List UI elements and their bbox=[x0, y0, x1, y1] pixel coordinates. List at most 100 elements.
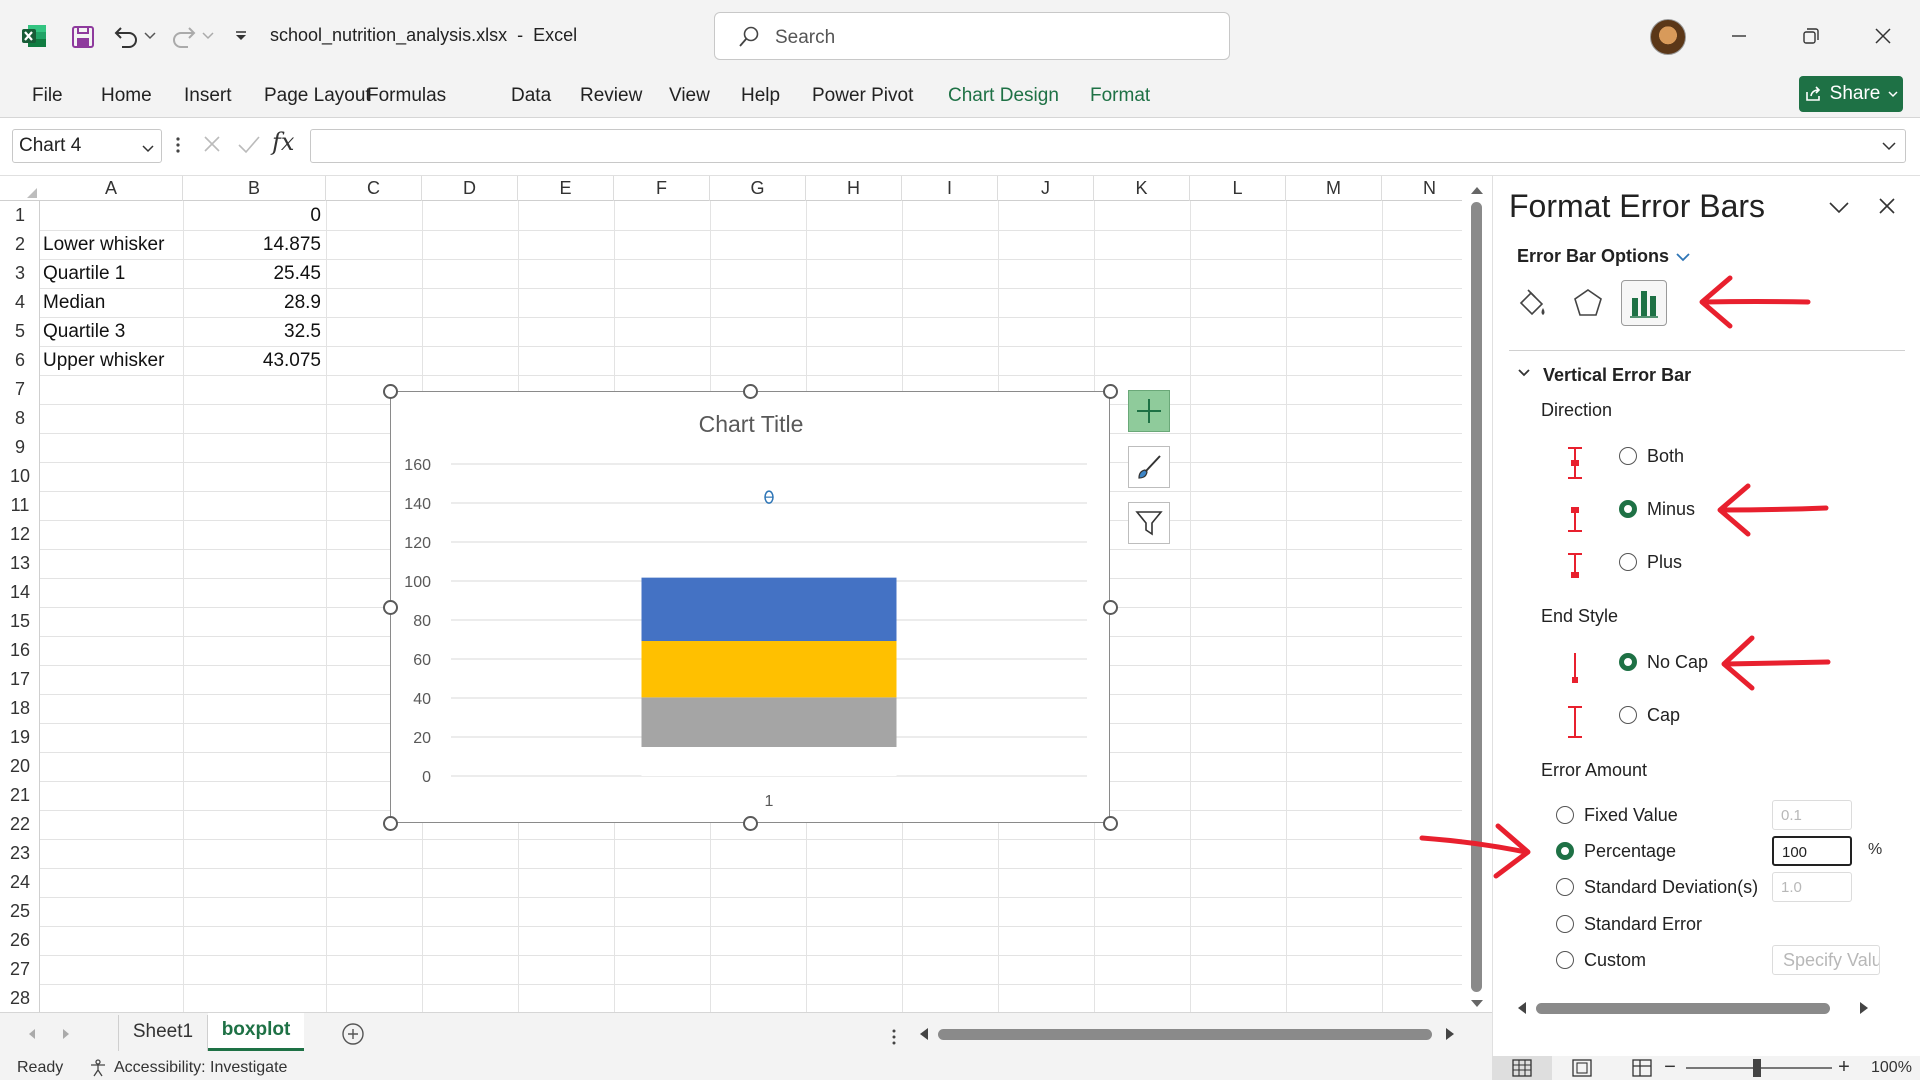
fixed-value-input[interactable]: 0.1 bbox=[1772, 800, 1852, 830]
accessibility-status[interactable]: Accessibility: Investigate bbox=[114, 1059, 287, 1077]
bar-segment[interactable] bbox=[641, 641, 897, 698]
chart-elements-button[interactable] bbox=[1128, 390, 1170, 432]
direction-minus-label[interactable]: Minus bbox=[1647, 499, 1695, 520]
error-bar-options-tab[interactable] bbox=[1621, 280, 1667, 326]
tab-home[interactable]: Home bbox=[101, 85, 152, 107]
percentage-label[interactable]: Percentage bbox=[1584, 841, 1676, 862]
sheet-tab-sheet1[interactable]: Sheet1 bbox=[118, 1015, 208, 1051]
more-options-icon[interactable] bbox=[173, 131, 183, 159]
scroll-down-icon[interactable] bbox=[1470, 996, 1484, 1007]
zoom-level[interactable]: 100% bbox=[1871, 1059, 1912, 1077]
resize-handle[interactable] bbox=[383, 816, 398, 831]
direction-minus-radio[interactable] bbox=[1619, 500, 1637, 518]
standard-error-radio[interactable] bbox=[1556, 915, 1574, 933]
standard-deviation-label[interactable]: Standard Deviation(s) bbox=[1584, 877, 1758, 898]
cell-b6[interactable]: 43.075 bbox=[183, 346, 321, 375]
column-header[interactable]: A bbox=[40, 176, 183, 201]
zoom-slider-thumb[interactable] bbox=[1753, 1059, 1761, 1077]
row-header[interactable]: 26 bbox=[0, 926, 40, 955]
cell-a5[interactable]: Quartile 3 bbox=[43, 317, 181, 346]
scroll-left-icon[interactable] bbox=[1516, 1001, 1528, 1015]
row-header[interactable]: 19 bbox=[0, 723, 40, 752]
resize-handle[interactable] bbox=[383, 384, 398, 399]
tab-view[interactable]: View bbox=[669, 85, 710, 107]
row-header[interactable]: 16 bbox=[0, 636, 40, 665]
row-header[interactable]: 21 bbox=[0, 781, 40, 810]
resize-handle[interactable] bbox=[1103, 600, 1118, 615]
tab-format[interactable]: Format bbox=[1090, 85, 1150, 107]
column-header[interactable]: E bbox=[518, 176, 614, 201]
row-header[interactable]: 18 bbox=[0, 694, 40, 723]
bar-segment[interactable] bbox=[641, 697, 897, 747]
column-header[interactable]: I bbox=[902, 176, 998, 201]
end-style-no-cap-radio[interactable] bbox=[1619, 653, 1637, 671]
scroll-right-icon[interactable] bbox=[1444, 1027, 1456, 1041]
column-header[interactable]: M bbox=[1286, 176, 1382, 201]
share-button[interactable]: Share bbox=[1799, 76, 1903, 112]
row-header[interactable]: 2 bbox=[0, 230, 40, 259]
tab-insert[interactable]: Insert bbox=[184, 85, 232, 107]
row-header[interactable]: 28 bbox=[0, 984, 40, 1012]
tab-help[interactable]: Help bbox=[741, 85, 780, 107]
error-bar-options-dropdown[interactable]: Error Bar Options bbox=[1517, 246, 1669, 267]
zoom-in-button[interactable]: + bbox=[1836, 1057, 1852, 1077]
add-sheet-button[interactable] bbox=[340, 1021, 366, 1047]
restore-icon[interactable] bbox=[1796, 22, 1826, 50]
row-header[interactable]: 7 bbox=[0, 375, 40, 404]
standard-error-label[interactable]: Standard Error bbox=[1584, 914, 1702, 935]
row-header[interactable]: 1 bbox=[0, 201, 40, 230]
end-style-cap-label[interactable]: Cap bbox=[1647, 705, 1680, 726]
box-plot-chart[interactable]: Chart Title 0 20 40 60 80 100 120 140 160 1 bbox=[391, 392, 1111, 824]
fill-line-tab[interactable] bbox=[1509, 280, 1555, 326]
pane-scrollbar-thumb[interactable] bbox=[1536, 1003, 1830, 1014]
resize-handle[interactable] bbox=[743, 816, 758, 831]
name-box[interactable]: Chart 4 bbox=[12, 129, 162, 163]
column-header[interactable]: B bbox=[183, 176, 326, 201]
cell-a2[interactable]: Lower whisker bbox=[43, 230, 181, 259]
scroll-up-icon[interactable] bbox=[1470, 182, 1484, 194]
column-header[interactable]: L bbox=[1190, 176, 1286, 201]
row-header[interactable]: 9 bbox=[0, 433, 40, 462]
row-header[interactable]: 25 bbox=[0, 897, 40, 926]
chart-title[interactable]: Chart Title bbox=[699, 411, 804, 437]
percentage-input[interactable]: 100 bbox=[1772, 836, 1852, 866]
chevron-down-icon[interactable] bbox=[1517, 366, 1531, 378]
chevron-down-icon[interactable] bbox=[141, 139, 155, 153]
vertical-error-bar-section[interactable]: Vertical Error Bar bbox=[1543, 365, 1691, 386]
zoom-out-button[interactable]: − bbox=[1662, 1057, 1678, 1078]
end-style-cap-radio[interactable] bbox=[1619, 706, 1637, 724]
column-header[interactable]: N bbox=[1382, 176, 1462, 201]
column-header[interactable]: K bbox=[1094, 176, 1190, 201]
redo-icon[interactable] bbox=[170, 22, 198, 50]
scroll-left-icon[interactable] bbox=[918, 1027, 930, 1041]
insert-function-icon[interactable]: fx bbox=[272, 128, 294, 156]
next-sheet-icon[interactable] bbox=[60, 1027, 72, 1041]
fixed-value-label[interactable]: Fixed Value bbox=[1584, 805, 1678, 826]
tab-power-pivot[interactable]: Power Pivot bbox=[812, 85, 913, 107]
direction-both-label[interactable]: Both bbox=[1647, 446, 1684, 467]
resize-handle[interactable] bbox=[383, 600, 398, 615]
row-header[interactable]: 3 bbox=[0, 259, 40, 288]
row-header[interactable]: 6 bbox=[0, 346, 40, 375]
column-header[interactable]: F bbox=[614, 176, 710, 201]
percentage-radio[interactable] bbox=[1556, 842, 1574, 860]
row-header[interactable]: 8 bbox=[0, 404, 40, 433]
custom-radio[interactable] bbox=[1556, 951, 1574, 969]
search-box[interactable]: Search bbox=[714, 12, 1230, 60]
user-avatar[interactable] bbox=[1650, 19, 1686, 55]
save-icon[interactable] bbox=[70, 24, 96, 50]
cell-b3[interactable]: 25.45 bbox=[183, 259, 321, 288]
direction-plus-label[interactable]: Plus bbox=[1647, 552, 1682, 573]
scroll-right-icon[interactable] bbox=[1858, 1001, 1870, 1015]
tab-review[interactable]: Review bbox=[580, 85, 642, 107]
resize-handle[interactable] bbox=[743, 384, 758, 399]
normal-view-button[interactable] bbox=[1492, 1056, 1552, 1080]
row-header[interactable]: 15 bbox=[0, 607, 40, 636]
specify-value-button[interactable]: Specify Value bbox=[1772, 945, 1880, 975]
row-header[interactable]: 12 bbox=[0, 520, 40, 549]
row-header[interactable]: 27 bbox=[0, 955, 40, 984]
cell-a3[interactable]: Quartile 1 bbox=[43, 259, 181, 288]
row-header[interactable]: 13 bbox=[0, 549, 40, 578]
accessibility-icon[interactable] bbox=[88, 1058, 108, 1078]
minimize-icon[interactable] bbox=[1724, 24, 1754, 48]
